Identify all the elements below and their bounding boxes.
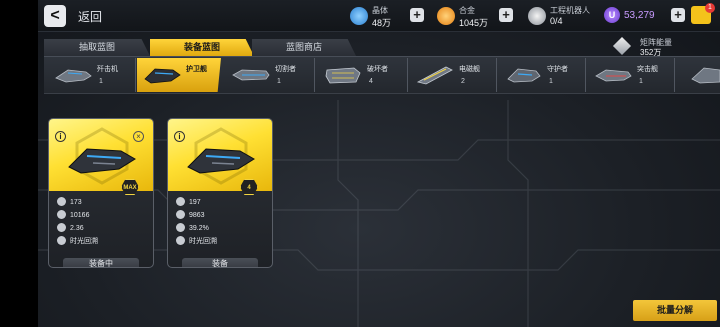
category-divider (135, 58, 136, 92)
add-alloy-button[interactable]: + (499, 8, 513, 22)
category-name: 突击舰 (637, 66, 658, 73)
crystal-label: 晶体 (372, 6, 388, 15)
add-crystal-button[interactable]: + (410, 8, 424, 22)
category-divider (407, 58, 408, 92)
category-more[interactable] (678, 58, 720, 92)
skill-name: 时光回溯 (70, 238, 98, 245)
hp-stat: 9863 (176, 210, 205, 220)
equipped-button[interactable]: 装备中 (63, 258, 139, 267)
third-stat: 2.36 (57, 223, 84, 233)
category-count: 1 (639, 78, 643, 85)
back-label[interactable]: 返回 (78, 8, 102, 25)
attack-icon (57, 197, 66, 206)
third-value: 2.36 (70, 225, 84, 232)
matrix-energy-icon (612, 36, 632, 56)
crystal-icon (350, 7, 368, 25)
attack-value: 197 (189, 199, 201, 206)
guardian-ship-icon (507, 68, 541, 83)
info-icon[interactable]: i (55, 131, 66, 142)
hp-value: 10166 (70, 212, 90, 219)
hp-value: 9863 (189, 212, 205, 219)
close-icon[interactable]: × (133, 131, 144, 142)
attack-stat: 197 (176, 197, 201, 207)
cutter-ship-icon (232, 69, 270, 81)
frigate-ship-icon (144, 68, 181, 84)
category-cutter[interactable]: 切割者 1 (226, 58, 310, 92)
alloy-label: 合金 (459, 6, 475, 15)
frigate-ship-image (68, 148, 136, 174)
partial-ship-icon (691, 67, 720, 84)
left-black-bar (0, 0, 38, 327)
tab-equip-blueprint[interactable]: 装备蓝图 (150, 39, 254, 56)
premium-currency-value: 53,279 (624, 10, 655, 21)
game-screen: < 返回 晶体 48万 + 合金 1045万 + 工程机器人 0/4 U 53,… (0, 0, 720, 327)
hp-stat: 10166 (57, 210, 89, 220)
alloy-icon (437, 7, 455, 25)
category-divider (314, 58, 315, 92)
blueprint-art (168, 119, 272, 191)
category-railgun[interactable]: 电磁舰 2 (410, 58, 494, 92)
category-name: 护卫舰 (186, 66, 207, 73)
third-value: 39.2% (189, 225, 209, 232)
category-fighter[interactable]: 歼击机 1 (48, 58, 132, 92)
info-icon[interactable]: i (174, 131, 185, 142)
cart-notification-badge: 1 (705, 3, 715, 13)
tab-draw-blueprint[interactable]: 抽取蓝图 (44, 39, 150, 56)
category-name: 歼击机 (97, 66, 118, 73)
railgun-ship-icon (416, 66, 453, 85)
category-name: 破坏者 (367, 66, 388, 73)
category-frigate[interactable]: 护卫舰 (137, 58, 221, 92)
alloy-value: 1045万 (459, 18, 489, 28)
batch-dismantle-button[interactable]: 批量分解 (633, 300, 717, 321)
category-divider (585, 58, 586, 92)
back-button[interactable]: < (44, 5, 66, 27)
category-assault[interactable]: 突击舰 1 (588, 58, 672, 92)
category-count: 2 (461, 78, 465, 85)
category-divider (674, 58, 675, 92)
category-count: 4 (369, 78, 373, 85)
skill-stat: 时光回溯 (176, 236, 217, 246)
tab-blueprint-shop[interactable]: 蓝图商店 (252, 39, 356, 56)
frigate-ship-image (187, 148, 255, 174)
attack-value: 173 (70, 199, 82, 206)
skill-name: 时光回溯 (189, 238, 217, 245)
blueprint-card[interactable]: i × MAX 173 10166 2.36 时光回溯 装备中 (48, 118, 154, 268)
equip-button[interactable]: 装备 (182, 258, 258, 267)
cooldown-icon (57, 223, 66, 232)
crystal-value: 48万 (372, 18, 392, 28)
attack-icon (176, 197, 185, 206)
category-guardian[interactable]: 守护者 1 (498, 58, 582, 92)
category-destroyer[interactable]: 破坏者 4 (318, 58, 402, 92)
attack-stat: 173 (57, 197, 82, 207)
category-count: 1 (549, 78, 553, 85)
category-name: 切割者 (275, 66, 296, 73)
blueprint-art (49, 119, 153, 191)
category-divider (496, 58, 497, 92)
skill-stat: 时光回溯 (57, 236, 98, 246)
category-count: 1 (277, 78, 281, 85)
robot-value: 0/4 (550, 16, 563, 26)
third-stat: 39.2% (176, 223, 209, 233)
destroyer-ship-icon (325, 67, 361, 84)
blueprint-card[interactable]: i 4 197 9863 39.2% 时光回溯 装备 (167, 118, 273, 268)
add-premium-button[interactable]: + (671, 8, 685, 22)
category-count: 1 (99, 78, 103, 85)
category-name: 电磁舰 (459, 66, 480, 73)
assault-ship-icon (595, 69, 632, 82)
category-name: 守护者 (547, 66, 568, 73)
skill-icon (176, 236, 185, 245)
robot-label: 工程机器人 (550, 6, 590, 15)
hp-icon (57, 210, 66, 219)
hp-icon (176, 210, 185, 219)
damage-bonus-icon (176, 223, 185, 232)
fighter-ship-icon (55, 69, 92, 83)
robot-icon (528, 7, 546, 25)
skill-icon (57, 236, 66, 245)
premium-currency-icon: U (604, 7, 620, 23)
